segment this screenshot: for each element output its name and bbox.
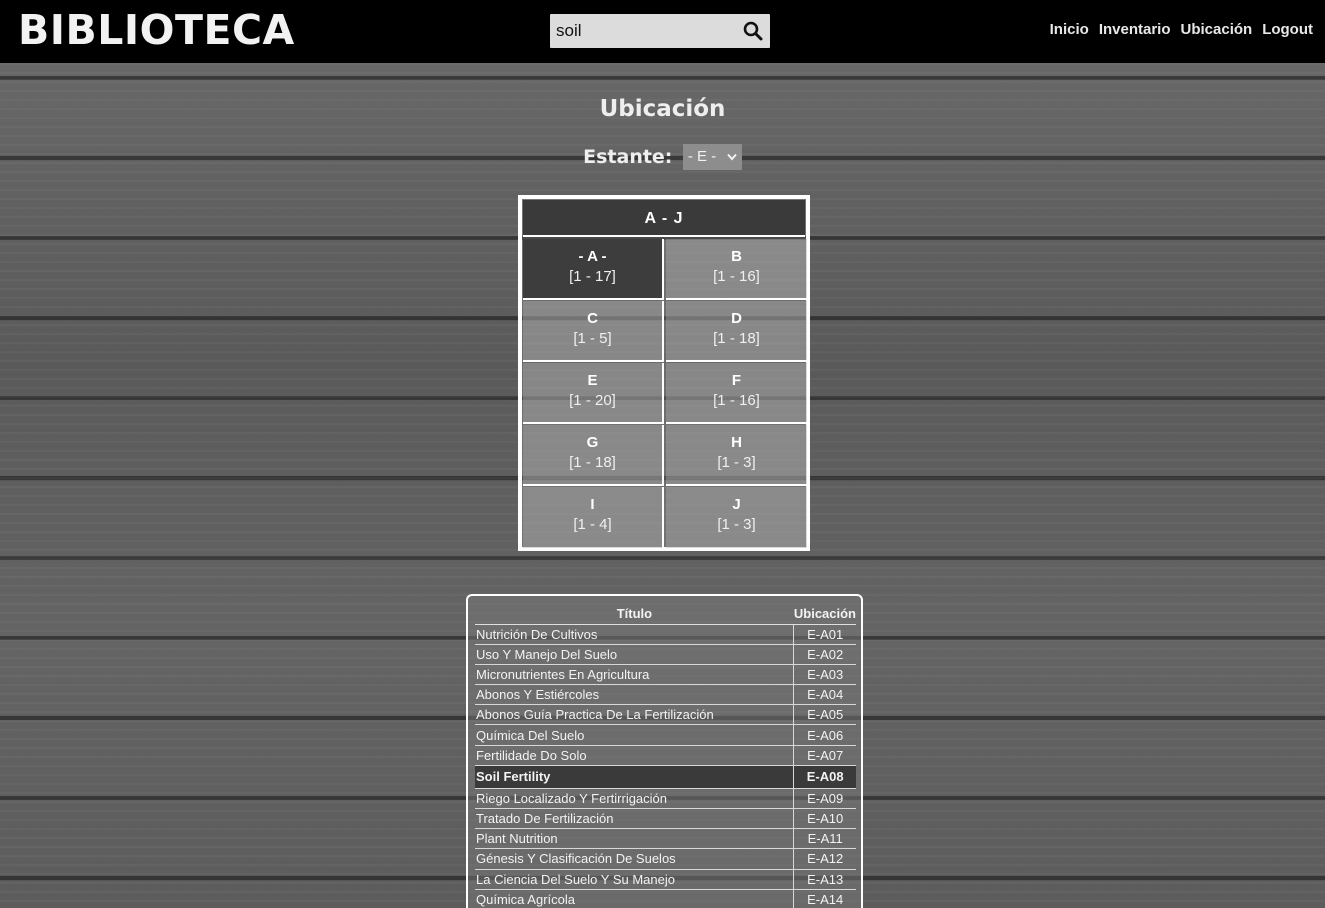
search-input[interactable]	[550, 14, 734, 48]
estante-row: Estante: - E -	[0, 144, 1325, 170]
shelf-cell-name: H	[731, 434, 742, 451]
nav-logout[interactable]: Logout	[1262, 21, 1313, 38]
book-location: E-A12	[793, 848, 856, 870]
book-location: E-A13	[793, 869, 856, 890]
table-row[interactable]: Riego Localizado Y Fertirrigación E-A09	[475, 788, 856, 810]
page-title: Ubicación	[599, 96, 726, 122]
book-location: E-A01	[793, 624, 856, 645]
book-location: E-A02	[793, 644, 856, 665]
book-location: E-A08	[793, 765, 856, 789]
table-row[interactable]: Química Del Suelo E-A06	[475, 724, 856, 746]
book-title: Soil Fertility	[475, 765, 794, 789]
table-row[interactable]: Química Agrícola E-A14	[475, 889, 856, 908]
estante-label: Estante:	[583, 146, 673, 168]
column-header-title: Título	[475, 604, 794, 625]
table-row[interactable]: Plant Nutrition E-A11	[475, 828, 856, 850]
main-nav: Inicio Inventario Ubicación Logout	[1050, 21, 1313, 38]
column-header-location: Ubicación	[793, 604, 856, 625]
book-title: Riego Localizado Y Fertirrigación	[475, 788, 794, 810]
table-row[interactable]: Micronutrientes En Agricultura E-A03	[475, 664, 856, 686]
table-row[interactable]: Génesis Y Clasificación De Suelos E-A12	[475, 848, 856, 870]
book-title: La Ciencia Del Suelo Y Su Manejo	[475, 869, 794, 890]
shelf-grid: A - J - A - [1 - 17] B [1 - 16] C [1 - 5] D [1 …	[518, 195, 810, 551]
shelf-cell-name: I	[590, 496, 595, 513]
shelf-cell-name: E	[587, 372, 598, 389]
book-location: E-A11	[793, 828, 856, 850]
table-row[interactable]: Nutrición De Cultivos E-A01	[475, 624, 856, 645]
book-title: Plant Nutrition	[475, 828, 794, 850]
estante-select[interactable]: - E -	[682, 144, 742, 170]
nav-ubicacion[interactable]: Ubicación	[1181, 21, 1253, 38]
shelf-cell-range: [1 - 4]	[573, 516, 612, 533]
results-header-row: Título Ubicación	[475, 604, 856, 625]
shelf-cell[interactable]: J [1 - 3]	[666, 487, 807, 548]
nav-inventario[interactable]: Inventario	[1099, 21, 1171, 38]
book-title: Abonos Guía Practica De La Fertilización	[475, 704, 794, 726]
book-title: Fertilidade Do Solo	[475, 745, 794, 766]
book-title: Química Agrícola	[475, 889, 794, 908]
book-location: E-A14	[793, 889, 856, 908]
shelf-cell[interactable]: E [1 - 20]	[523, 363, 664, 424]
book-location: E-A09	[793, 788, 856, 810]
results-panel: Título Ubicación Nutrición De Cultivos E-…	[466, 594, 863, 908]
table-row[interactable]: La Ciencia Del Suelo Y Su Manejo E-A13	[475, 869, 856, 890]
shelf-cell-range: [1 - 3]	[717, 454, 756, 471]
table-row[interactable]: Soil Fertility E-A08	[475, 765, 856, 789]
book-title: Tratado De Fertilización	[475, 808, 794, 830]
shelf-cell[interactable]: D [1 - 18]	[666, 301, 807, 362]
shelf-cell-name: D	[731, 310, 742, 327]
results-table: Título Ubicación Nutrición De Cultivos E-…	[475, 604, 856, 908]
shelf-cell[interactable]: I [1 - 4]	[523, 487, 664, 548]
shelf-cell-name: G	[586, 434, 599, 451]
brand-logo[interactable]: BIBLIOTECA	[18, 6, 295, 54]
shelf-grid-header: A - J	[523, 200, 805, 237]
search-box	[550, 14, 770, 48]
shelf-cell-range: [1 - 17]	[569, 268, 616, 285]
book-title: Nutrición De Cultivos	[475, 624, 794, 645]
shelf-cell-name: B	[731, 248, 742, 265]
shelf-cell-range: [1 - 18]	[569, 454, 616, 471]
shelf-cell[interactable]: B [1 - 16]	[666, 239, 807, 300]
top-bar: BIBLIOTECA Inicio Inventario Ubicación L…	[0, 0, 1325, 63]
book-location: E-A06	[793, 724, 856, 746]
shelf-cell[interactable]: F [1 - 16]	[666, 363, 807, 424]
shelf-cell-name: J	[732, 496, 741, 513]
book-title: Uso Y Manejo Del Suelo	[475, 644, 794, 665]
nav-inicio[interactable]: Inicio	[1050, 21, 1089, 38]
shelf-cell[interactable]: - A - [1 - 17]	[523, 239, 664, 300]
shelf-cell-range: [1 - 16]	[713, 392, 760, 409]
chevron-down-icon	[727, 153, 737, 161]
shelf-cell-range: [1 - 20]	[569, 392, 616, 409]
shelf-cell-range: [1 - 18]	[713, 330, 760, 347]
book-location: E-A03	[793, 664, 856, 686]
book-location: E-A05	[793, 704, 856, 726]
table-row[interactable]: Abonos Y Estiércoles E-A04	[475, 684, 856, 706]
table-row[interactable]: Abonos Guía Practica De La Fertilización…	[475, 704, 856, 726]
book-title: Química Del Suelo	[475, 724, 794, 746]
search-icon[interactable]	[742, 20, 764, 42]
book-title: Génesis Y Clasificación De Suelos	[475, 848, 794, 870]
estante-select-value: - E -	[687, 148, 717, 165]
shelf-cell-name: C	[587, 310, 598, 327]
book-location: E-A04	[793, 684, 856, 706]
table-row[interactable]: Fertilidade Do Solo E-A07	[475, 745, 856, 766]
shelf-cell[interactable]: G [1 - 18]	[523, 425, 664, 486]
shelf-cell-name: - A -	[578, 248, 607, 265]
shelf-cell-range: [1 - 3]	[717, 516, 756, 533]
shelf-cell-range: [1 - 16]	[713, 268, 760, 285]
book-title: Micronutrientes En Agricultura	[475, 664, 794, 686]
shelf-cell-range: [1 - 5]	[573, 330, 612, 347]
shelf-cell[interactable]: H [1 - 3]	[666, 425, 807, 486]
book-title: Abonos Y Estiércoles	[475, 684, 794, 706]
shelf-cell[interactable]: C [1 - 5]	[523, 301, 664, 362]
table-row[interactable]: Uso Y Manejo Del Suelo E-A02	[475, 644, 856, 665]
shelf-cell-name: F	[731, 372, 742, 389]
table-row[interactable]: Tratado De Fertilización E-A10	[475, 808, 856, 830]
book-location: E-A07	[793, 745, 856, 766]
book-location: E-A10	[793, 808, 856, 830]
